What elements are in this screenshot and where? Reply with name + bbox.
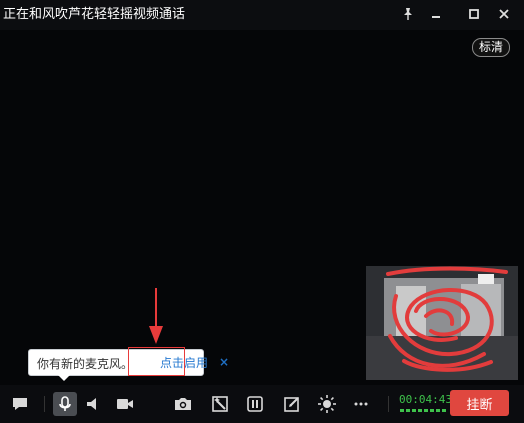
hangup-button[interactable]: 挂断: [450, 390, 509, 416]
tooltip-close-button[interactable]: ×: [219, 355, 229, 369]
microphone-button[interactable]: [53, 392, 77, 416]
tooltip-message: 你有新的麦克风。: [37, 357, 134, 371]
speaker-icon: [87, 398, 96, 410]
pause-icon: [247, 396, 263, 412]
brightness-icon: [318, 395, 336, 413]
maximize-button[interactable]: [464, 4, 484, 24]
arrow-annotation: [149, 288, 163, 344]
camera-toggle-button[interactable]: [113, 392, 137, 416]
tooltip-pointer: [58, 375, 70, 381]
more-icon: [354, 402, 368, 406]
minimize-button[interactable]: [426, 4, 446, 24]
video-camera-icon: [117, 399, 133, 409]
edit-icon: [284, 397, 299, 412]
screenshot-icon: [175, 398, 191, 410]
whiteboard-button[interactable]: [280, 392, 304, 416]
call-toolbar: 00:04:43 挂断: [0, 385, 524, 423]
scribble-annotation: [366, 266, 518, 380]
pin-button[interactable]: [398, 4, 418, 24]
title-bar: 正在和风吹芦花轻轻摇视频通话: [0, 0, 524, 30]
pause-button[interactable]: [243, 392, 267, 416]
toolbar-divider: [388, 396, 389, 412]
local-video-preview[interactable]: [366, 266, 518, 380]
close-icon: [499, 9, 509, 19]
minimize-icon: [432, 16, 440, 18]
maximize-icon: [469, 9, 479, 19]
magic-wand-icon: [212, 396, 228, 412]
effects-button[interactable]: [208, 392, 232, 416]
new-microphone-tooltip: 你有新的麦克风。 点击启用 ×: [28, 349, 229, 376]
microphone-icon: [59, 396, 71, 411]
pin-icon: [404, 8, 412, 20]
chat-icon: [13, 398, 27, 410]
speaker-button[interactable]: [81, 392, 105, 416]
chat-button[interactable]: [8, 392, 32, 416]
brightness-button[interactable]: [315, 392, 339, 416]
toolbar-divider: [44, 396, 45, 412]
screenshot-button[interactable]: [171, 392, 195, 416]
close-window-button[interactable]: [494, 4, 514, 24]
signal-strength-indicator: [400, 409, 446, 412]
call-timer: 00:04:43: [399, 393, 452, 406]
enable-microphone-link[interactable]: 点击启用: [160, 354, 208, 371]
more-button[interactable]: [349, 392, 373, 416]
window-title: 正在和风吹芦花轻轻摇视频通话: [3, 7, 186, 22]
video-quality-button[interactable]: 标清: [472, 38, 511, 57]
